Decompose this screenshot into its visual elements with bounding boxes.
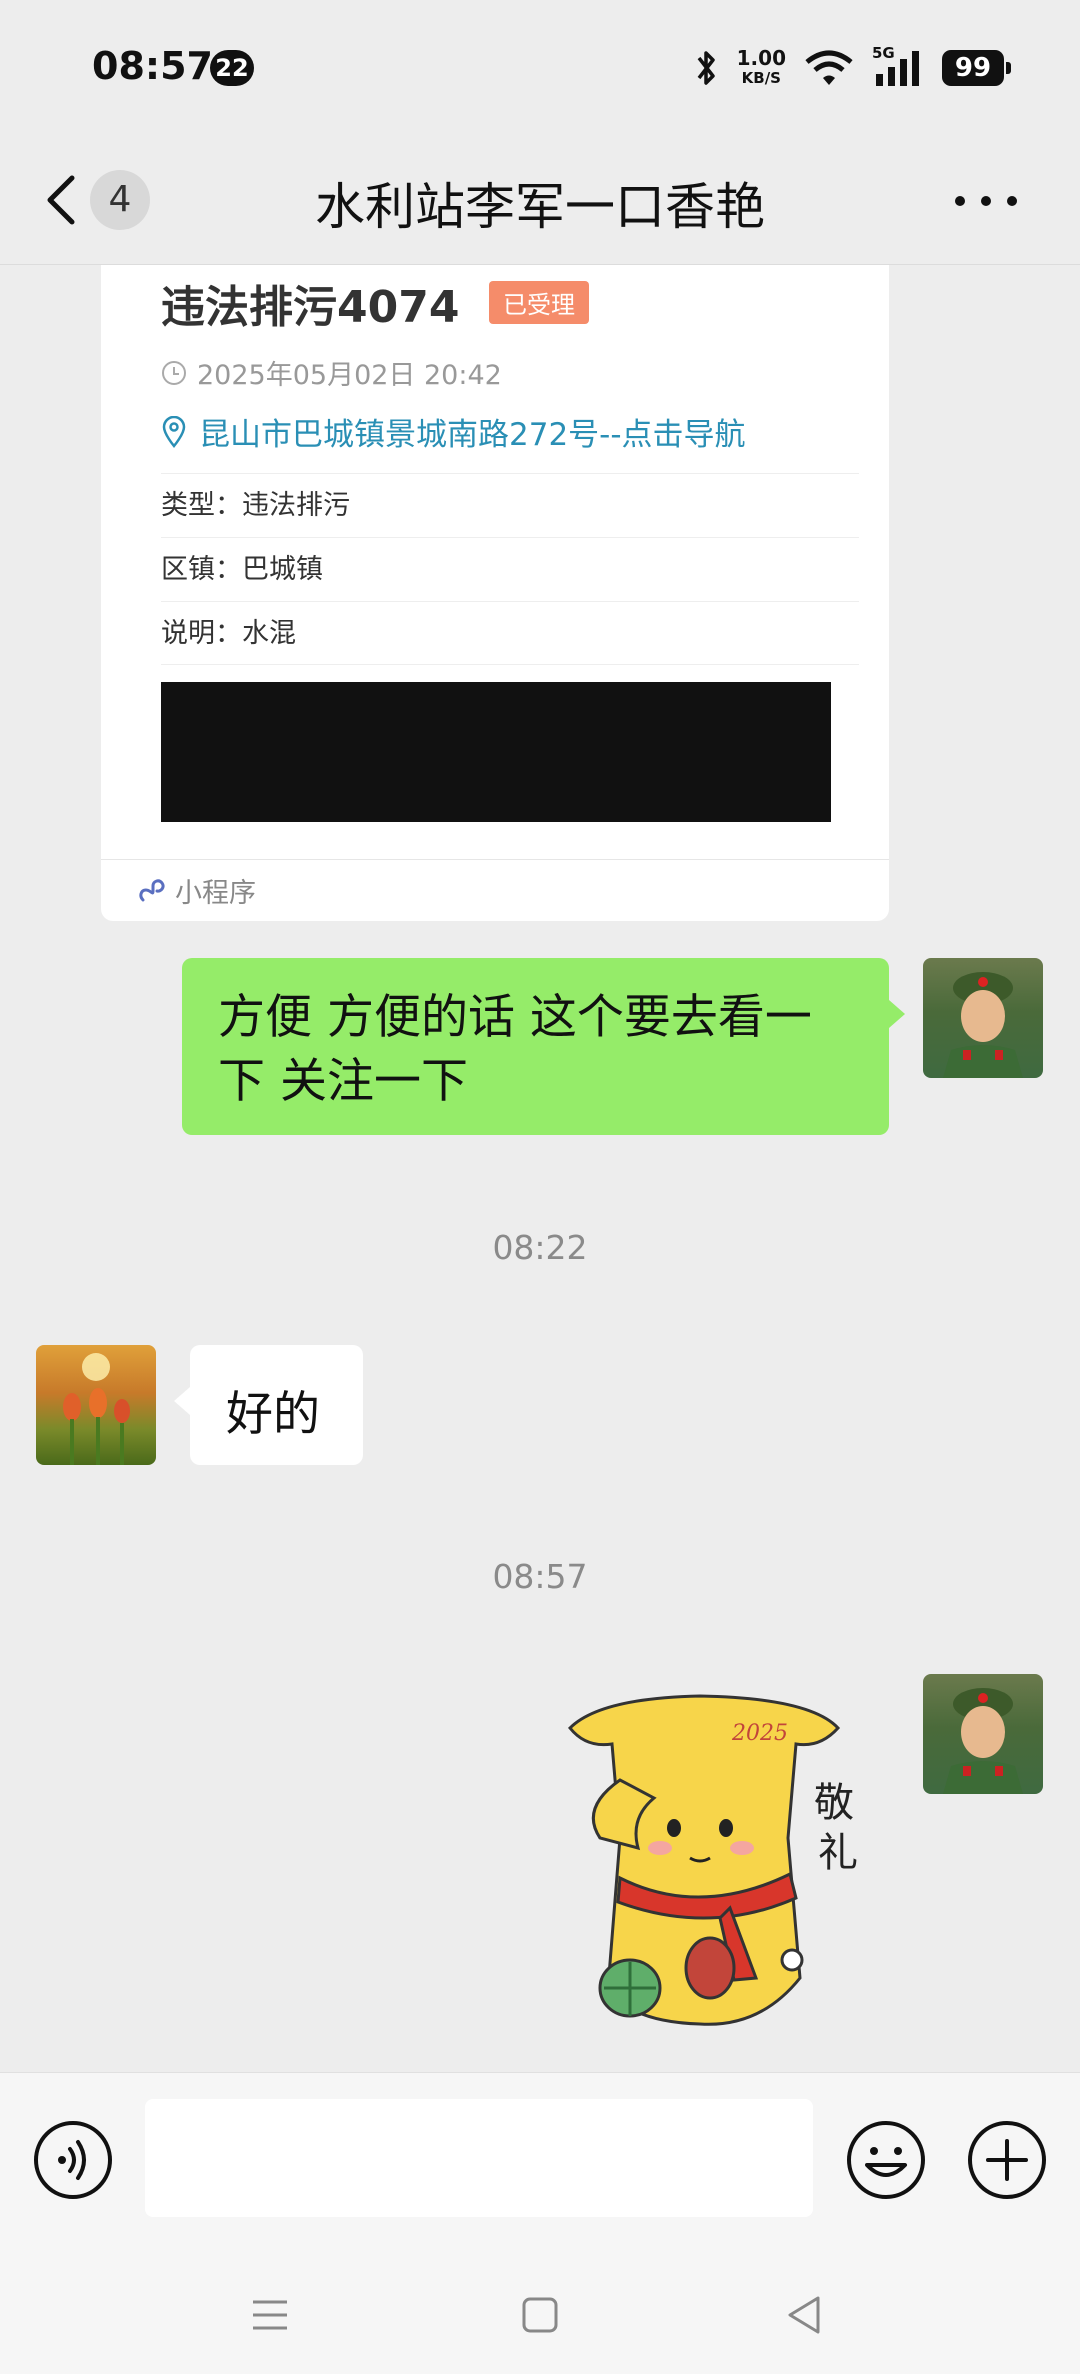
chat-header: 4 水利站李军一口香艳 xyxy=(0,135,1080,265)
location-pin-icon xyxy=(162,415,186,448)
status-badge: 已受理 xyxy=(489,281,589,324)
card-datetime: 2025年05月02日 20:42 xyxy=(161,353,502,392)
card-row-description: 说明：水混 xyxy=(161,601,859,665)
signal-bars-icon xyxy=(876,51,919,86)
contact-avatar[interactable] xyxy=(36,1345,156,1465)
outgoing-message-bubble[interactable]: 方便 方便的话 这个要去看一下 关注一下 xyxy=(182,958,905,1135)
notification-count-badge: 22 xyxy=(210,50,254,86)
net-speed: 1.00 KB/S xyxy=(736,46,786,87)
chat-title: 水利站李军一口香艳 xyxy=(315,178,765,236)
mini-program-icon xyxy=(139,878,165,901)
back-triangle-icon[interactable] xyxy=(780,2290,830,2340)
voice-input-icon[interactable] xyxy=(32,2119,114,2201)
my-avatar[interactable] xyxy=(923,1674,1043,1794)
menu-icon[interactable] xyxy=(245,2290,295,2340)
system-nav-bar xyxy=(0,2250,1080,2374)
tulip-field-image xyxy=(63,1353,130,1465)
status-time: 08:57 xyxy=(92,44,213,88)
timestamp: 08:22 xyxy=(492,1228,588,1267)
card-footer: 小程序 xyxy=(101,859,889,921)
sticker-image: 2025 敬 礼 xyxy=(567,1694,858,2026)
svg-text:敬: 敬 xyxy=(814,1780,854,1826)
salute-sticker[interactable]: 2025 敬 礼 xyxy=(560,1688,880,2038)
timestamp: 08:57 xyxy=(492,1557,588,1596)
soldier-portrait xyxy=(943,1688,1023,1794)
card-row-type: 类型：违法排污 xyxy=(161,473,859,537)
card-photo xyxy=(161,682,831,822)
bluetooth-icon xyxy=(697,51,715,85)
input-bar xyxy=(0,2072,1080,2250)
soldier-portrait xyxy=(943,972,1023,1078)
mini-program-card[interactable]: 违法排污4074 已受理 2025年05月02日 20:42 昆山市巴城镇景城南… xyxy=(101,265,889,921)
wifi-icon xyxy=(805,50,853,85)
cellular-signal: 5G xyxy=(872,44,924,88)
svg-text:礼: 礼 xyxy=(818,1830,858,1876)
status-icons: 1.00 KB/S 5G 99 xyxy=(695,44,1011,90)
emoji-icon[interactable] xyxy=(845,2119,927,2201)
my-avatar[interactable] xyxy=(923,958,1043,1078)
status-bar: 08:57 22 1.00 KB/S 5G 99 xyxy=(0,0,1080,135)
home-icon[interactable] xyxy=(515,2290,565,2340)
plus-icon[interactable] xyxy=(966,2119,1048,2201)
clock-icon xyxy=(162,360,186,385)
message-input[interactable] xyxy=(145,2099,813,2217)
more-options-icon[interactable] xyxy=(946,181,1026,221)
card-title: 违法排污4074 xyxy=(161,282,460,333)
battery-indicator: 99 xyxy=(942,50,1011,86)
incoming-message-bubble[interactable]: 好的 xyxy=(174,1345,363,1465)
svg-text:2025: 2025 xyxy=(731,1721,788,1746)
card-row-district: 区镇：巴城镇 xyxy=(161,537,859,601)
card-address-link[interactable]: 昆山市巴城镇景城南路272号--点击导航 xyxy=(161,409,746,454)
